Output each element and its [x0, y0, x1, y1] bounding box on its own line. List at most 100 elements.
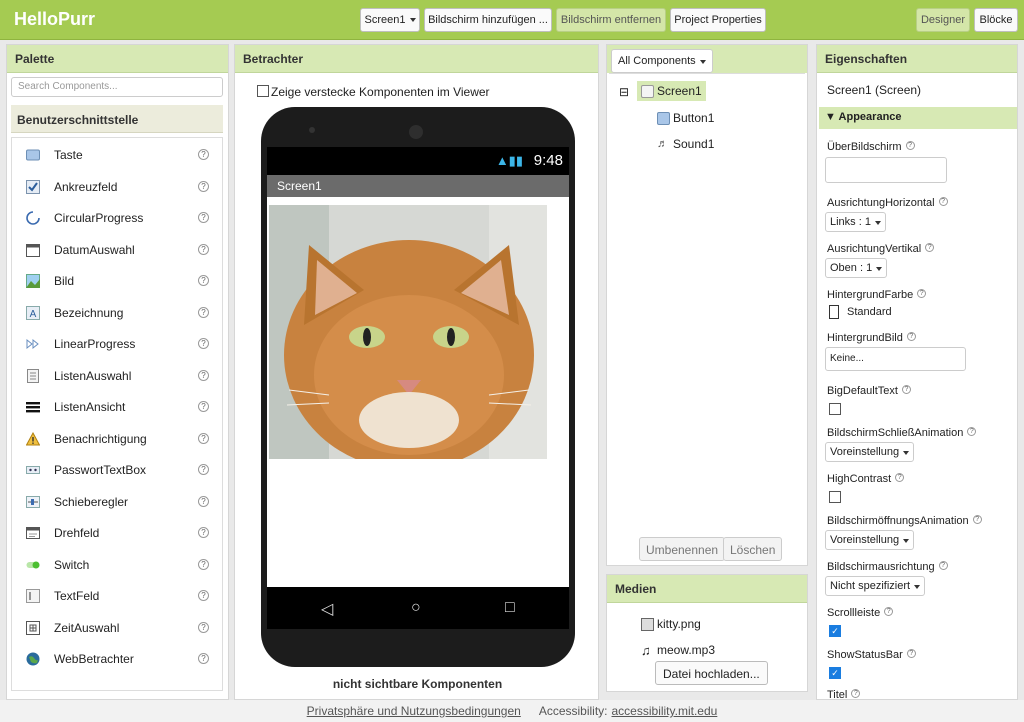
palette-item-date-picker[interactable]: DatumAuswahl? [12, 237, 222, 263]
help-icon[interactable]: ? [198, 370, 209, 381]
palette-item-button[interactable]: Taste? [12, 142, 222, 168]
palette-item-label: Taste [54, 148, 83, 162]
rename-button[interactable]: Umbenennen [639, 537, 726, 561]
help-icon[interactable]: ? [925, 243, 935, 252]
help-icon[interactable]: ? [198, 496, 209, 507]
add-screen-button[interactable]: Bildschirm hinzufügen ... [424, 8, 552, 32]
high-contrast-checkbox[interactable] [829, 491, 841, 503]
home-icon[interactable]: ○ [411, 599, 421, 617]
help-icon[interactable]: ? [851, 689, 861, 698]
palette-item-linear-progress[interactable]: LinearProgress? [12, 331, 222, 357]
linear-progress-icon [26, 338, 39, 350]
close-animation-select[interactable]: Voreinstellung [825, 442, 915, 462]
prop-label: Bildschirmausrichtung [827, 561, 935, 573]
palette-item-time-picker[interactable]: ZeitAuswahl? [12, 615, 222, 641]
palette-item-web-viewer[interactable]: WebBetrachter? [12, 646, 222, 672]
palette-item-list-view[interactable]: ListenAnsicht? [12, 394, 222, 420]
help-icon[interactable]: ? [905, 141, 915, 150]
palette-item-notifier[interactable]: Benachrichtigung? [12, 426, 222, 452]
help-icon[interactable]: ? [917, 289, 927, 298]
help-icon[interactable]: ? [198, 244, 209, 255]
prop-big-default-text: BigDefaultText? [827, 385, 911, 397]
scrollable-checkbox[interactable]: ✓ [829, 625, 841, 637]
palette-item-textbox[interactable]: TextFeld? [12, 583, 222, 609]
palette-item-spinner[interactable]: Drehfeld? [12, 520, 222, 546]
prop-align-vertical: AusrichtungVertikal? [827, 243, 935, 255]
palette-item-label: ListenAuswahl [54, 369, 132, 383]
help-icon[interactable]: ? [198, 622, 209, 633]
tree-item-button1[interactable]: Button1 [657, 111, 714, 125]
help-icon[interactable]: ? [198, 212, 209, 223]
delete-button[interactable]: Löschen [723, 537, 783, 561]
appearance-section[interactable]: ▼ Appearance [819, 107, 1017, 129]
overview-icon[interactable]: □ [505, 599, 515, 617]
media-file-meow[interactable]: ♫ meow.mp3 [641, 643, 715, 657]
screen-title-bar[interactable]: Screen1 [267, 175, 569, 197]
blocks-button[interactable]: Blöcke [974, 8, 1018, 32]
help-icon[interactable]: ? [901, 385, 911, 394]
help-icon[interactable]: ? [967, 427, 977, 436]
help-icon[interactable]: ? [938, 561, 948, 570]
palette-item-switch[interactable]: Switch? [12, 552, 222, 578]
help-icon[interactable]: ? [198, 181, 209, 192]
help-icon[interactable]: ? [884, 607, 894, 616]
screen-select-button[interactable]: Screen1 [360, 8, 420, 32]
all-components-dropdown[interactable]: All Components [611, 49, 713, 73]
palette-item-checkbox[interactable]: Ankreuzfeld? [12, 174, 222, 200]
prop-label: AusrichtungVertikal [827, 243, 922, 255]
align-horizontal-select[interactable]: Links : 1 [825, 212, 886, 232]
help-icon[interactable]: ? [938, 197, 948, 206]
media-file-kitty[interactable]: kitty.png [641, 617, 701, 631]
help-icon[interactable]: ? [198, 401, 209, 412]
help-icon[interactable]: ? [895, 473, 905, 482]
show-hidden-checkbox[interactable] [257, 85, 269, 97]
help-icon[interactable]: ? [906, 332, 916, 341]
checkbox-icon [26, 180, 40, 194]
help-icon[interactable]: ? [198, 433, 209, 444]
palette-item-slider[interactable]: Schieberegler? [12, 489, 222, 515]
palette-item-image[interactable]: Bild? [12, 268, 222, 294]
palette-item-password-textbox[interactable]: PasswortTextBox? [12, 457, 222, 483]
palette-item-circular-progress[interactable]: CircularProgress? [12, 205, 222, 231]
help-icon[interactable]: ? [198, 559, 209, 570]
background-image-picker[interactable]: Keine... [825, 347, 966, 371]
help-icon[interactable]: ? [198, 307, 209, 318]
tree-item-screen1[interactable]: Screen1 [637, 81, 706, 101]
search-input[interactable]: Search Components... [11, 77, 223, 97]
remove-screen-button[interactable]: Bildschirm entfernen [556, 8, 666, 32]
background-color-value[interactable]: Standard [847, 306, 892, 318]
help-icon[interactable]: ? [198, 149, 209, 160]
privacy-link[interactable]: Privatsphäre und Nutzungsbedingungen [307, 704, 521, 718]
back-icon[interactable]: ◁ [321, 599, 333, 619]
open-animation-select[interactable]: Voreinstellung [825, 530, 915, 550]
palette-item-label: Benachrichtigung [54, 432, 147, 446]
button-icon [657, 111, 670, 125]
color-swatch[interactable] [829, 305, 839, 319]
upload-file-button[interactable]: Datei hochladen... [655, 661, 768, 685]
designer-button[interactable]: Designer [916, 8, 970, 32]
about-screen-textarea[interactable] [825, 157, 947, 183]
help-icon[interactable]: ? [198, 464, 209, 475]
components-panel: All Components ⊟ Screen1 Button1 ♬ Sound1… [606, 44, 808, 566]
help-icon[interactable]: ? [906, 649, 916, 658]
tree-collapse-icon[interactable]: ⊟ [619, 85, 629, 99]
help-icon[interactable]: ? [198, 275, 209, 286]
align-vertical-select[interactable]: Oben : 1 [825, 258, 888, 278]
big-default-text-checkbox[interactable] [829, 403, 841, 415]
screen-orientation-select[interactable]: Nicht spezifiziert [825, 576, 926, 596]
cat-image[interactable] [269, 205, 547, 459]
palette-item-list-picker[interactable]: ListenAuswahl? [12, 363, 222, 389]
palette-item-label-component[interactable]: A Bezeichnung? [12, 300, 222, 326]
password-icon [26, 466, 40, 474]
accessibility-link[interactable]: accessibility.mit.edu [612, 704, 718, 718]
tree-item-sound1[interactable]: ♬ Sound1 [657, 137, 714, 151]
help-icon[interactable]: ? [198, 338, 209, 349]
help-icon[interactable]: ? [972, 515, 982, 524]
show-status-bar-checkbox[interactable]: ✓ [829, 667, 841, 679]
media-file-label: kitty.png [657, 617, 701, 631]
help-icon[interactable]: ? [198, 590, 209, 601]
help-icon[interactable]: ? [198, 653, 209, 664]
help-icon[interactable]: ? [198, 527, 209, 538]
project-properties-button[interactable]: Project Properties [670, 8, 766, 32]
palette-category-user-interface[interactable]: Benutzerschnittstelle [11, 105, 223, 133]
